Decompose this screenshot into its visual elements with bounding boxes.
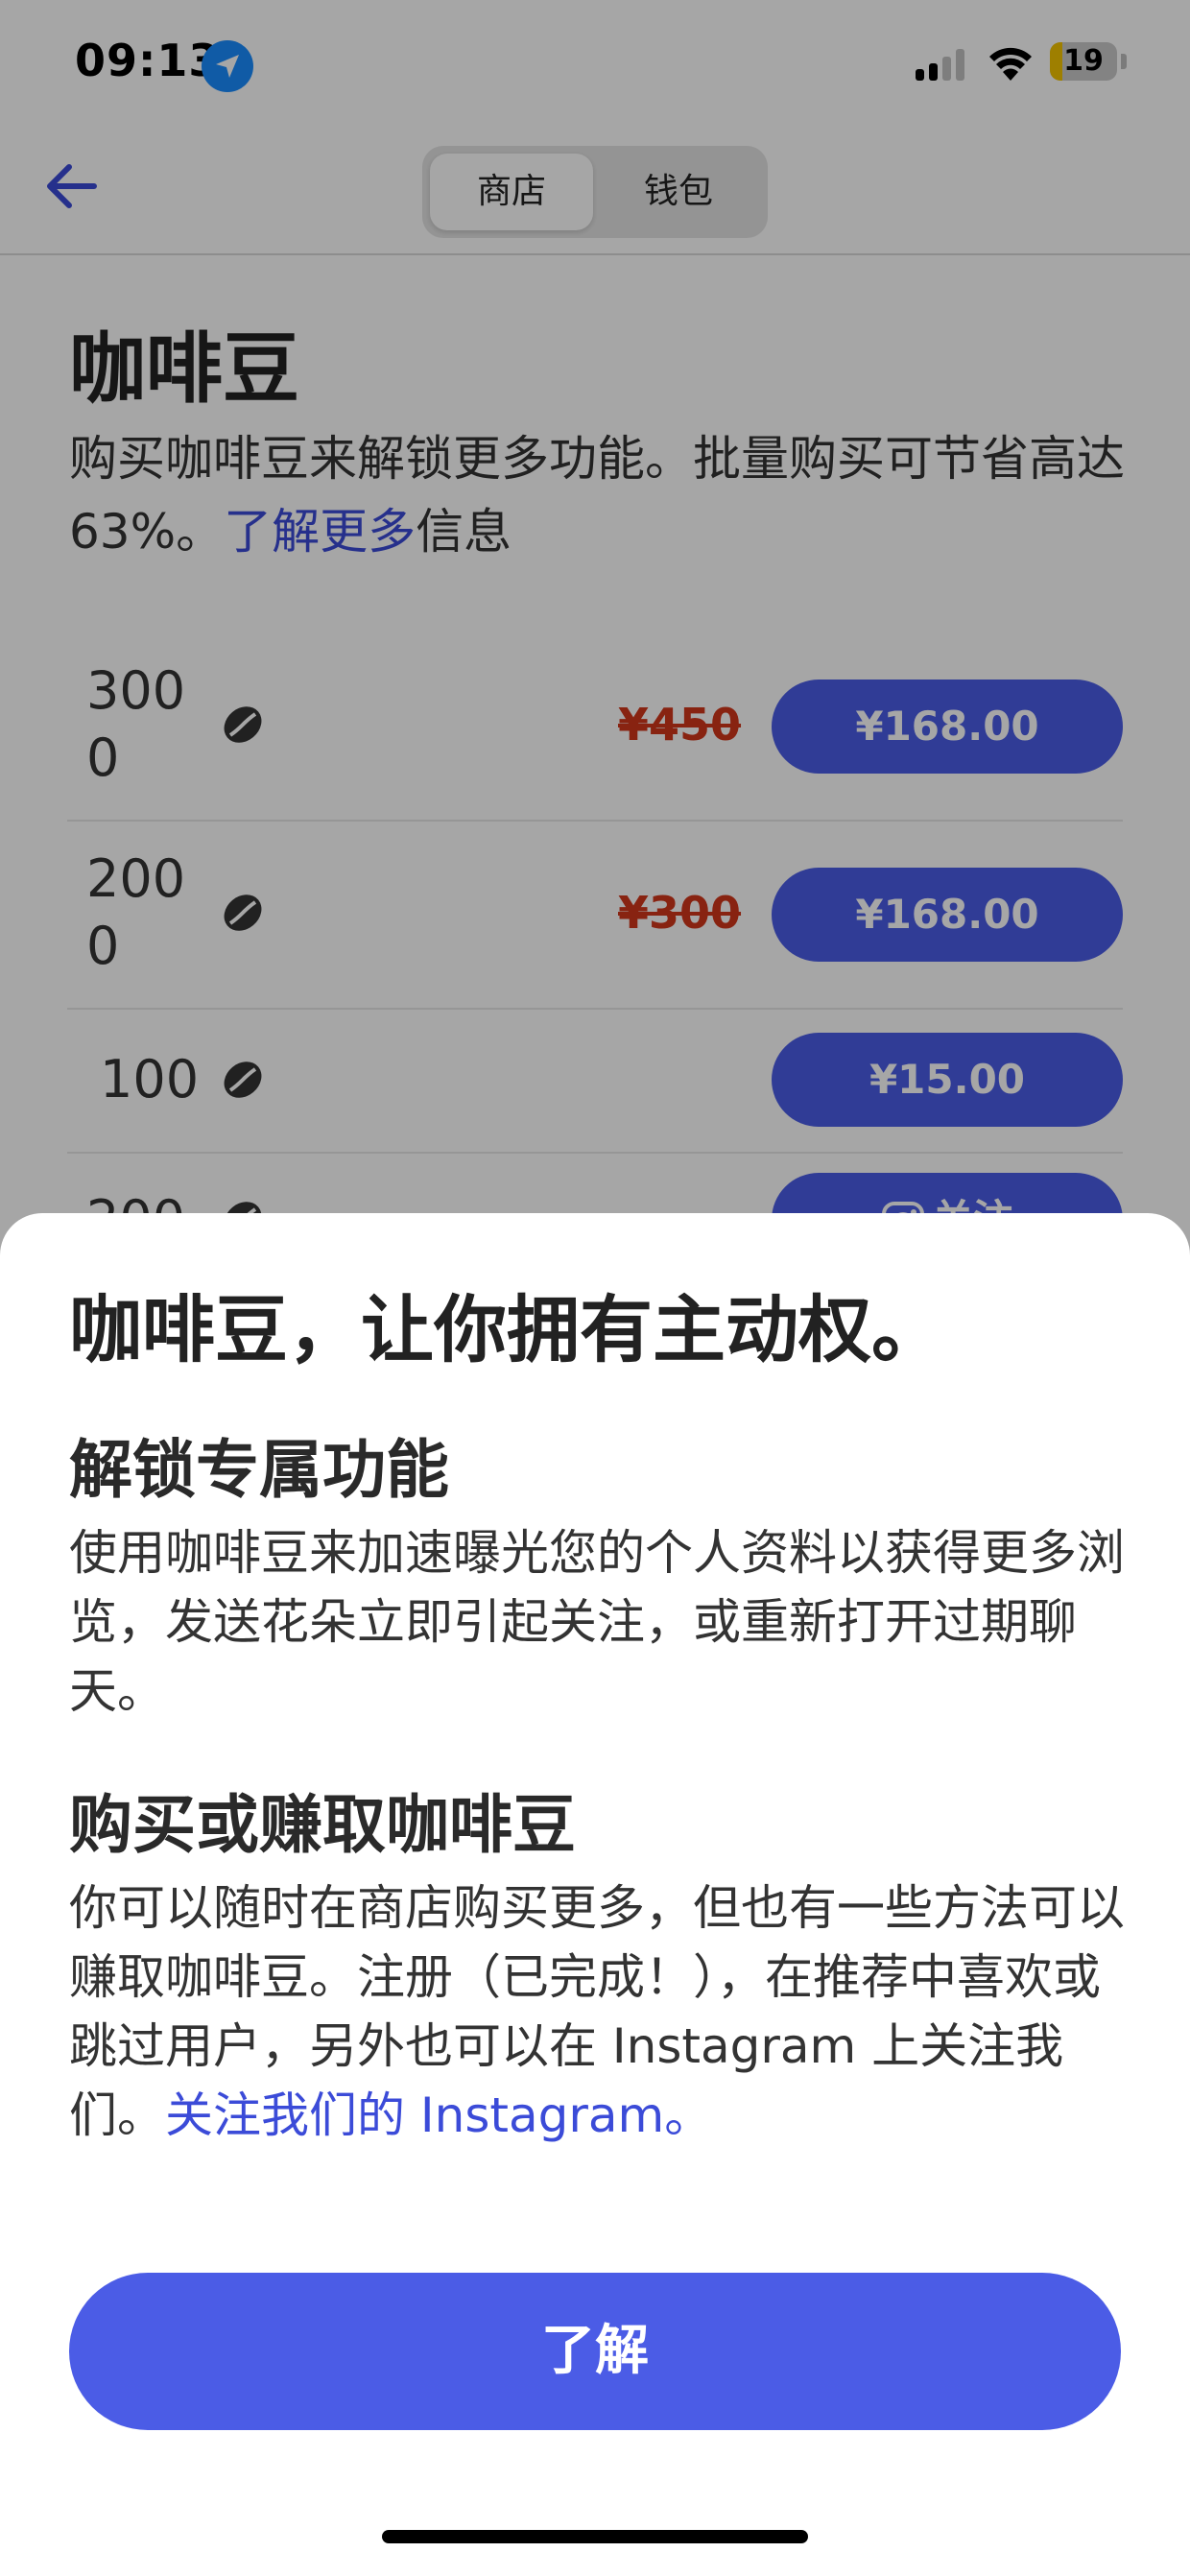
section-title-buy-earn: 购买或赚取咖啡豆 bbox=[69, 1788, 576, 1862]
sheet-title: 咖啡豆，让你拥有主动权。 bbox=[69, 1287, 944, 1372]
home-indicator bbox=[382, 2530, 808, 2543]
section-body-buy-earn: 你可以随时在商店购买更多，但也有一些方法可以赚取咖啡豆。注册（已完成！），在推荐… bbox=[69, 1873, 1125, 2150]
section-title-unlock: 解锁专属功能 bbox=[69, 1433, 449, 1507]
instagram-link[interactable]: 关注我们的 Instagram。 bbox=[165, 2087, 712, 2143]
info-bottom-sheet: 咖啡豆，让你拥有主动权。 解锁专属功能 使用咖啡豆来加速曝光您的个人资料以获得更… bbox=[0, 1213, 1190, 2576]
got-it-button[interactable]: 了解 bbox=[69, 2273, 1121, 2430]
section-body-unlock: 使用咖啡豆来加速曝光您的个人资料以获得更多浏览，发送花朵立即引起关注，或重新打开… bbox=[69, 1525, 1125, 1719]
